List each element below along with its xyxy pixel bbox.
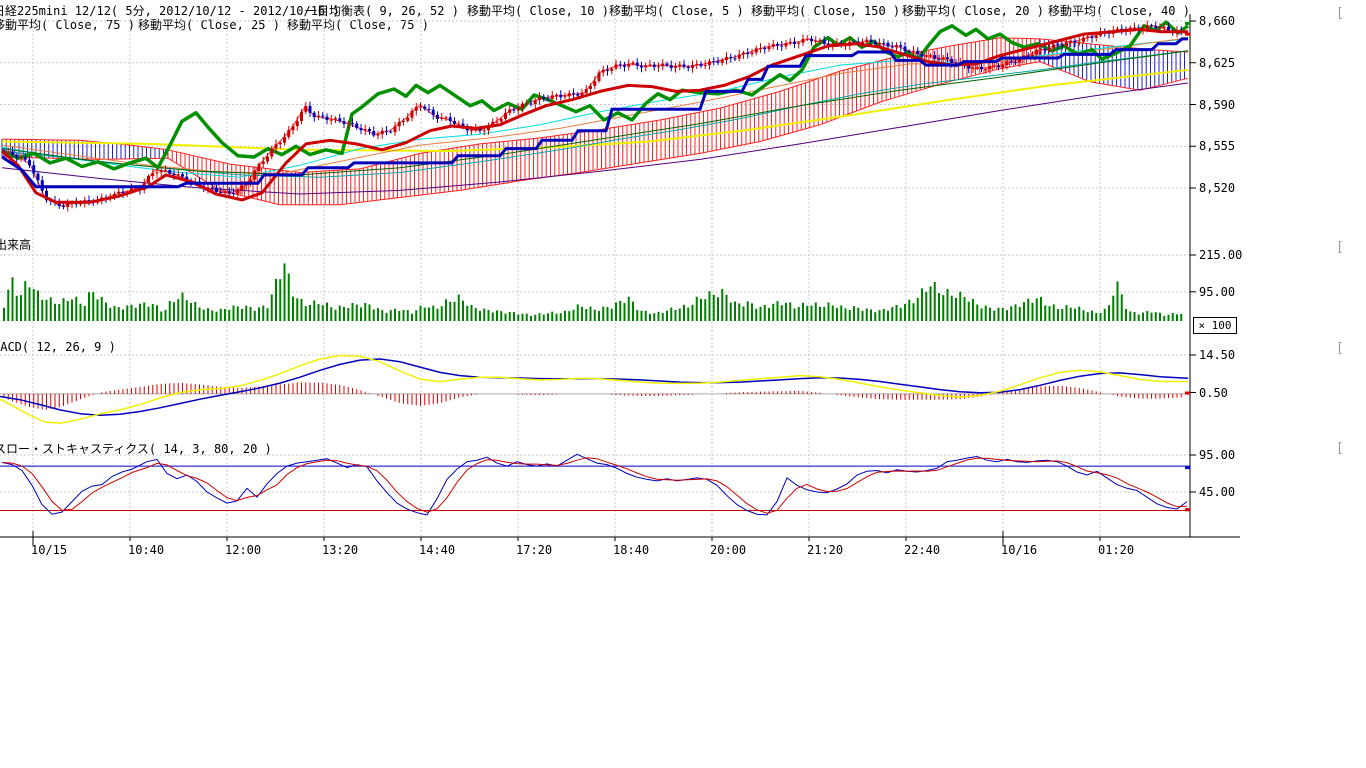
y-axis-label: 8,520 bbox=[1199, 181, 1235, 195]
y-axis-label: 95.00 bbox=[1199, 448, 1235, 462]
time-axis-label: 13:20 bbox=[322, 543, 358, 557]
stochastics-pane-title: スロー・ストキャスティクス( 14, 3, 80, 20 ) bbox=[0, 440, 272, 457]
y-axis-label: 8,660 bbox=[1199, 14, 1235, 28]
pane-resize-handle[interactable]: [ bbox=[1336, 6, 1344, 21]
ma-line-MA20 bbox=[2, 39, 1188, 177]
time-axis-label: 12:00 bbox=[225, 543, 261, 557]
time-axis-label: 21:20 bbox=[807, 543, 843, 557]
chart-window: { "header": { "line1": [ {"text": "日経225… bbox=[0, 0, 1366, 768]
y-axis-label: 95.00 bbox=[1199, 285, 1235, 299]
ichimoku-chikou-line bbox=[2, 22, 1188, 169]
time-axis-label: 10:40 bbox=[128, 543, 164, 557]
macd-pane-title: MACD( 12, 26, 9 ) bbox=[0, 340, 116, 354]
time-axis-label: 10/16 bbox=[1001, 543, 1037, 557]
pane-resize-handle[interactable]: [ bbox=[1336, 341, 1344, 356]
time-axis-label: 18:40 bbox=[613, 543, 649, 557]
pane-resize-handle[interactable]: [ bbox=[1336, 240, 1344, 255]
y-axis-label: 215.00 bbox=[1199, 248, 1242, 262]
time-axis-label: 20:00 bbox=[710, 543, 746, 557]
time-axis-label: 01:20 bbox=[1098, 543, 1134, 557]
y-axis-label: 14.50 bbox=[1199, 348, 1235, 362]
y-axis-label: 8,625 bbox=[1199, 56, 1235, 70]
volume-unit-label: × 100 bbox=[1193, 317, 1237, 334]
y-axis-label: 8,555 bbox=[1199, 139, 1235, 153]
time-axis-label: 22:40 bbox=[904, 543, 940, 557]
time-axis-label: 17:20 bbox=[516, 543, 552, 557]
time-axis-label: 10/15 bbox=[31, 543, 67, 557]
y-axis-label: 45.00 bbox=[1199, 485, 1235, 499]
y-axis-label: 0.50 bbox=[1199, 386, 1228, 400]
ma-line-MA40 bbox=[2, 51, 1188, 178]
stoch-k-line bbox=[2, 454, 1187, 515]
pane-resize-handle[interactable]: [ bbox=[1336, 441, 1344, 456]
time-axis-label: 14:40 bbox=[419, 543, 455, 557]
volume-pane-title: 出来高 bbox=[0, 236, 31, 253]
chart-canvas bbox=[0, 0, 1366, 768]
y-axis-label: 8,590 bbox=[1199, 98, 1235, 112]
